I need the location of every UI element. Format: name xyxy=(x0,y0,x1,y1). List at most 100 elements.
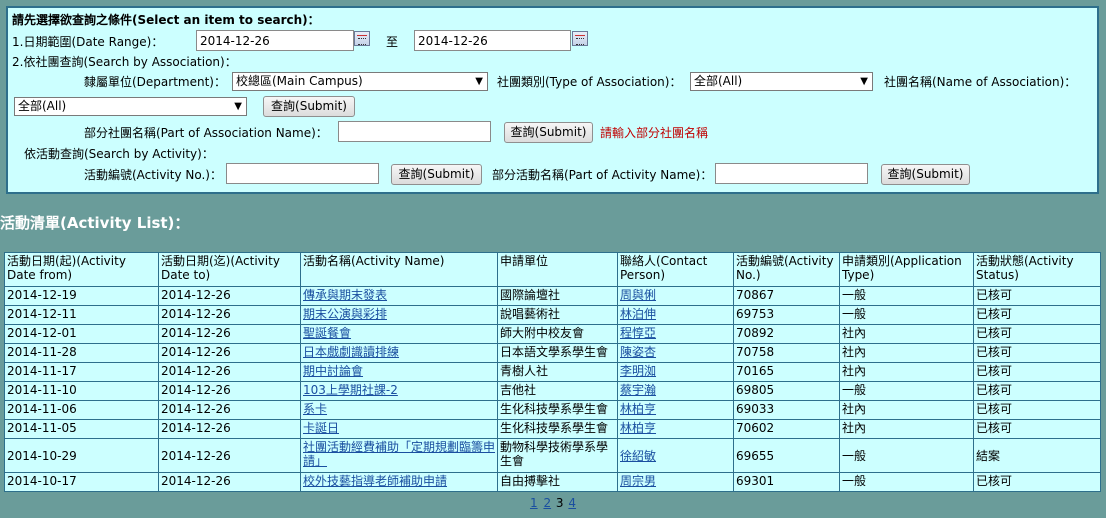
part-assoc-label: 部分社團名稱(Part of Association Name)： xyxy=(84,126,328,140)
assoc-type-select[interactable]: 全部(All) ▼ xyxy=(690,72,873,91)
activity-link[interactable]: 校外技藝指導老師補助申請 xyxy=(303,474,447,488)
header-activity-no: 活動編號(Activity No.) xyxy=(733,252,840,287)
cell-date-from: 2014-10-29 xyxy=(4,438,159,473)
table-row: 2014-10-17 2014-12-26 校外技藝指導老師補助申請 自由搏擊社… xyxy=(4,472,1101,492)
table-row: 2014-12-19 2014-12-26 傳承與期末發表 國際論壇社 周與俐 … xyxy=(4,286,1101,306)
cell-applicant-unit: 自由搏擊社 xyxy=(497,472,618,492)
cell-date-to: 2014-12-26 xyxy=(158,343,301,363)
cell-date-to: 2014-12-26 xyxy=(158,362,301,382)
cell-date-from: 2014-11-05 xyxy=(4,419,159,439)
calendar-icon-from[interactable] xyxy=(354,31,370,46)
activity-no-input[interactable] xyxy=(226,163,379,184)
cell-status: 已核可 xyxy=(973,324,1101,344)
page-link-2[interactable]: 2 xyxy=(543,496,551,510)
part-assoc-input[interactable] xyxy=(338,121,491,142)
cell-status: 已核可 xyxy=(973,343,1101,363)
cell-date-from: 2014-11-17 xyxy=(4,362,159,382)
cell-activity-name: 卡誕日 xyxy=(300,419,498,439)
table-row: 2014-11-28 2014-12-26 日本戲劇識讀排練 日本語文學系學生會… xyxy=(4,343,1101,363)
activity-link[interactable]: 期中討論會 xyxy=(303,364,363,378)
part-assoc-hint: 請輸入部分社團名稱 xyxy=(600,126,709,140)
table-row: 2014-11-17 2014-12-26 期中討論會 青樹人社 李明洳 701… xyxy=(4,362,1101,382)
cell-activity-name: 聖誕餐會 xyxy=(300,324,498,344)
cell-contact: 李明洳 xyxy=(617,362,734,382)
part-assoc-submit-button[interactable]: 查詢(Submit) xyxy=(504,122,593,143)
activity-table: 活動日期(起)(Activity Date from) 活動日期(迄)(Acti… xyxy=(4,252,1101,492)
part-activity-submit-button[interactable]: 查詢(Submit) xyxy=(881,164,970,185)
cell-contact: 林柏亨 xyxy=(617,400,734,420)
cell-status: 已核可 xyxy=(973,400,1101,420)
activity-link[interactable]: 日本戲劇識讀排練 xyxy=(303,345,399,359)
cell-application-type: 一般 xyxy=(839,286,974,306)
date-to-input[interactable] xyxy=(414,30,571,51)
activity-list-title: 活動清單(Activity List)： xyxy=(0,214,190,232)
contact-link[interactable]: 徐紹敏 xyxy=(620,449,656,463)
cell-application-type: 社內 xyxy=(839,362,974,382)
cell-contact: 周宗男 xyxy=(617,472,734,492)
activity-no-label: 活動編號(Activity No.)： xyxy=(84,168,222,182)
cell-date-from: 2014-10-17 xyxy=(4,472,159,492)
contact-link[interactable]: 程惇亞 xyxy=(620,326,656,340)
cell-date-from: 2014-11-28 xyxy=(4,343,159,363)
contact-link[interactable]: 周與俐 xyxy=(620,288,656,302)
assoc-heading: 2.依社團查詢(Search by Association)： xyxy=(12,55,237,69)
table-row: 2014-11-05 2014-12-26 卡誕日 生化科技學系學生會 林柏亨 … xyxy=(4,419,1101,439)
assoc-type-select-value: 全部(All) xyxy=(694,74,743,88)
contact-link[interactable]: 林柏亨 xyxy=(620,402,656,416)
page-current: 3 xyxy=(555,496,564,510)
cell-activity-name: 傳承與期末發表 xyxy=(300,286,498,306)
cell-activity-no: 70892 xyxy=(733,324,840,344)
contact-link[interactable]: 林泊伸 xyxy=(620,307,656,321)
assoc-name-select[interactable]: 全部(All) ▼ xyxy=(14,97,247,116)
cell-date-to: 2014-12-26 xyxy=(158,286,301,306)
activity-link[interactable]: 傳承與期末發表 xyxy=(303,288,387,302)
search-heading: 請先選擇欲查詢之條件(Select an item to search)： xyxy=(12,13,320,27)
cell-application-type: 一般 xyxy=(839,305,974,325)
contact-link[interactable]: 周宗男 xyxy=(620,474,656,488)
calendar-icon-to[interactable] xyxy=(572,31,588,46)
chevron-down-icon: ▼ xyxy=(234,101,242,112)
cell-contact: 陳姿杏 xyxy=(617,343,734,363)
department-select-value: 校總區(Main Campus) xyxy=(236,74,363,88)
cell-application-type: 一般 xyxy=(839,472,974,492)
header-activity-status: 活動狀態(Activity Status) xyxy=(973,252,1101,287)
department-select[interactable]: 校總區(Main Campus) ▼ xyxy=(232,72,488,91)
cell-status: 已核可 xyxy=(973,286,1101,306)
date-range-label: 1.日期範圍(Date Range)： xyxy=(12,35,164,49)
activity-no-submit-button[interactable]: 查詢(Submit) xyxy=(391,164,482,185)
header-applicant-unit: 申請單位 xyxy=(497,252,618,287)
table-row: 2014-12-11 2014-12-26 期末公演與彩排 說唱藝術社 林泊伸 … xyxy=(4,305,1101,325)
cell-date-to: 2014-12-26 xyxy=(158,305,301,325)
cell-date-from: 2014-11-06 xyxy=(4,400,159,420)
activity-link[interactable]: 103上學期社課-2 xyxy=(303,383,398,397)
contact-link[interactable]: 蔡宇瀚 xyxy=(620,383,656,397)
part-activity-input[interactable] xyxy=(715,163,868,184)
cell-activity-no: 70867 xyxy=(733,286,840,306)
activity-link[interactable]: 系卡 xyxy=(303,402,327,416)
page-link-1[interactable]: 1 xyxy=(530,496,538,510)
table-header-row: 活動日期(起)(Activity Date from) 活動日期(迄)(Acti… xyxy=(4,252,1101,287)
activity-link[interactable]: 期末公演與彩排 xyxy=(303,307,387,321)
cell-activity-name: 日本戲劇識讀排練 xyxy=(300,343,498,363)
date-from-input[interactable] xyxy=(196,30,354,51)
cell-activity-no: 70165 xyxy=(733,362,840,382)
cell-status: 已核可 xyxy=(973,362,1101,382)
cell-status: 已核可 xyxy=(973,381,1101,401)
cell-contact: 徐紹敏 xyxy=(617,438,734,473)
cell-status: 已核可 xyxy=(973,305,1101,325)
assoc-submit-button[interactable]: 查詢(Submit) xyxy=(263,96,355,117)
cell-applicant-unit: 日本語文學系學生會 xyxy=(497,343,618,363)
cell-activity-name: 103上學期社課-2 xyxy=(300,381,498,401)
contact-link[interactable]: 陳姿杏 xyxy=(620,345,656,359)
contact-link[interactable]: 林柏亨 xyxy=(620,421,656,435)
department-label: 隸屬單位(Department)： xyxy=(84,75,226,89)
contact-link[interactable]: 李明洳 xyxy=(620,364,656,378)
page-link-4[interactable]: 4 xyxy=(568,496,576,510)
cell-date-from: 2014-11-10 xyxy=(4,381,159,401)
cell-activity-name: 社團活動經費補助「定期規劃臨籌申請」 xyxy=(300,438,498,473)
activity-link[interactable]: 社團活動經費補助「定期規劃臨籌申請」 xyxy=(303,440,495,468)
cell-activity-no: 69805 xyxy=(733,381,840,401)
activity-link[interactable]: 卡誕日 xyxy=(303,421,339,435)
cell-status: 已核可 xyxy=(973,472,1101,492)
activity-link[interactable]: 聖誕餐會 xyxy=(303,326,351,340)
